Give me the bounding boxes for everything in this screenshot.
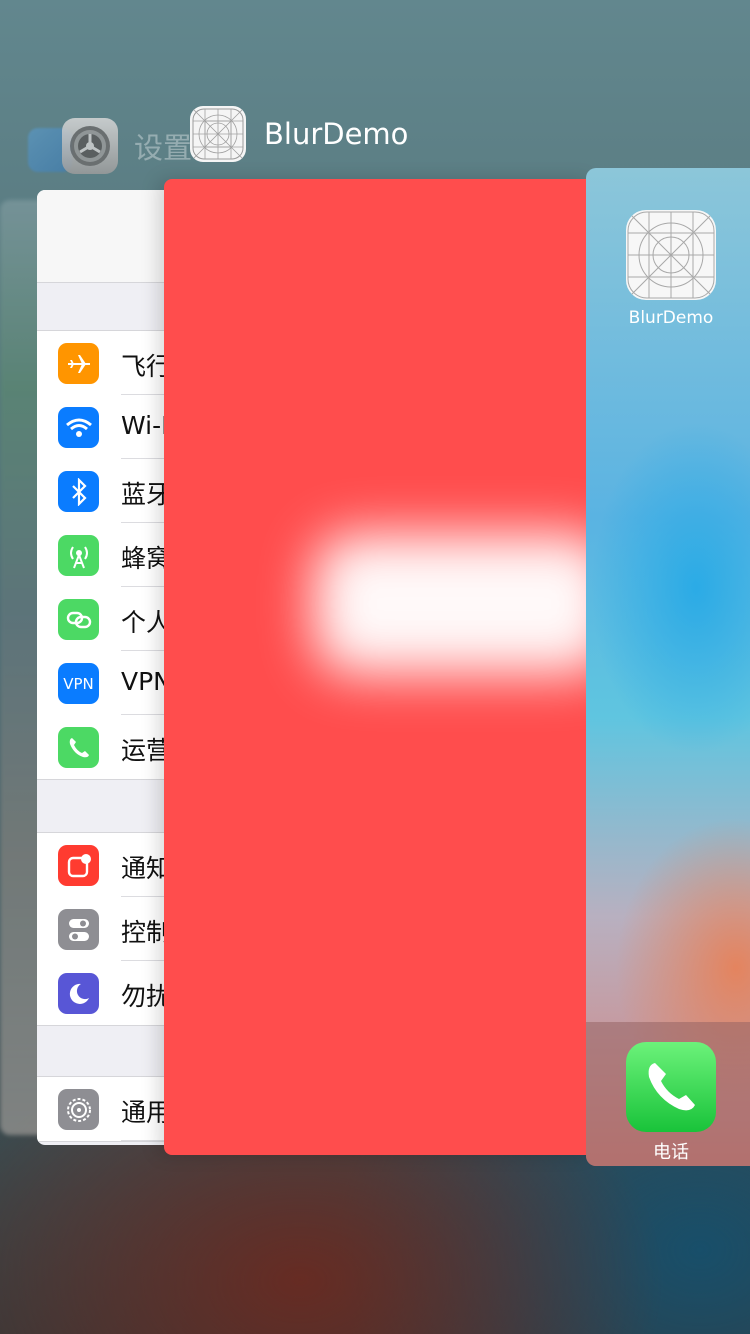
phone-icon xyxy=(58,727,99,768)
blurdemo-app-icon xyxy=(626,210,716,300)
bluetooth-icon xyxy=(58,471,99,512)
phone-icon xyxy=(626,1042,716,1132)
cellular-icon xyxy=(58,535,99,576)
home-screen-card[interactable]: BlurDemo 电话 xyxy=(586,168,750,1166)
blurdemo-app-icon xyxy=(190,106,246,162)
blurdemo-app-title: BlurDemo xyxy=(264,117,409,151)
blurdemo-app-header[interactable]: BlurDemo xyxy=(190,106,408,162)
dock: 电话 xyxy=(586,1022,750,1166)
airplane-icon xyxy=(58,343,99,384)
notifications-icon xyxy=(58,845,99,886)
settings-gear-icon xyxy=(62,118,118,174)
wifi-icon xyxy=(58,407,99,448)
blurred-view xyxy=(314,534,594,674)
vpn-icon: VPN xyxy=(58,663,99,704)
blurdemo-app-card[interactable] xyxy=(164,179,594,1155)
dock-app-phone[interactable]: 电话 xyxy=(626,1042,716,1164)
home-app-blurdemo[interactable]: BlurDemo xyxy=(626,210,716,328)
gear-icon xyxy=(58,1089,99,1130)
hotspot-icon xyxy=(58,599,99,640)
moon-icon xyxy=(58,973,99,1014)
dock-app-label: 电话 xyxy=(653,1142,689,1163)
settings-app-header[interactable]: 设置 xyxy=(62,118,192,174)
settings-app-title: 设置 xyxy=(134,131,193,165)
control-center-icon xyxy=(58,909,99,950)
home-app-label: BlurDemo xyxy=(628,308,714,328)
